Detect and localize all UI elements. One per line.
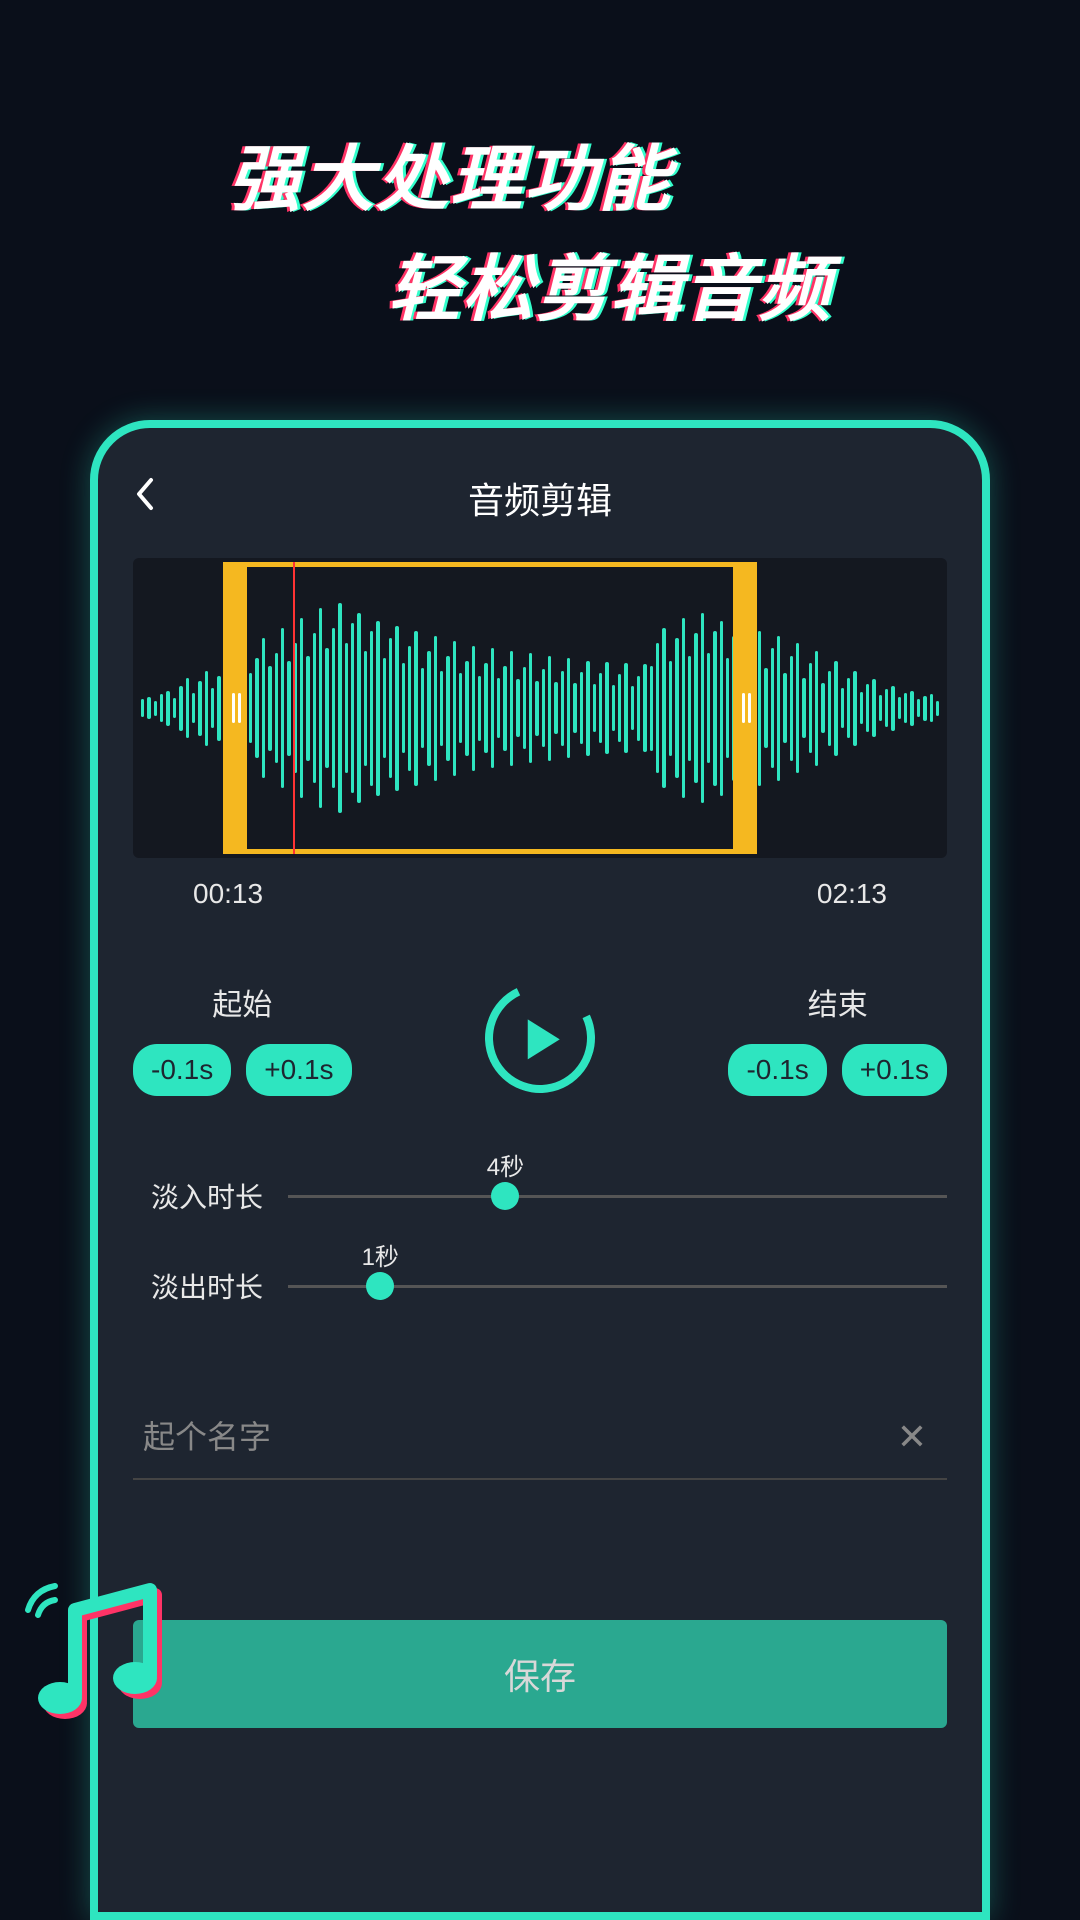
fadein-section: 淡入时长 4秒 <box>133 1176 947 1216</box>
start-plus-button[interactable]: +0.1s <box>246 1044 351 1096</box>
page-title: 音频剪辑 <box>468 472 612 524</box>
promo-headline: 强大处理功能 轻松剪辑音频 <box>0 120 1080 335</box>
start-control-group: 起始 -0.1s +0.1s <box>133 980 352 1096</box>
end-label: 结束 <box>808 980 868 1024</box>
play-button[interactable] <box>470 968 611 1109</box>
play-icon <box>528 1019 560 1059</box>
music-note-icon <box>20 1560 200 1740</box>
promo-line-1: 强大处理功能 <box>0 120 1080 225</box>
fadein-slider[interactable]: 4秒 <box>288 1195 947 1198</box>
controls-row: 起始 -0.1s +0.1s 结束 -0.1s +0.1s <box>133 980 947 1096</box>
name-input-row: ✕ <box>133 1396 947 1480</box>
start-minus-button[interactable]: -0.1s <box>133 1044 231 1096</box>
fadein-value: 4秒 <box>487 1147 524 1182</box>
back-button[interactable] <box>133 476 155 521</box>
end-minus-button[interactable]: -0.1s <box>728 1044 826 1096</box>
time-labels: 00:13 02:13 <box>133 878 947 910</box>
waveform-container[interactable] <box>133 558 947 858</box>
end-time: 02:13 <box>817 878 887 910</box>
trim-border-bottom <box>223 849 757 854</box>
end-plus-button[interactable]: +0.1s <box>842 1044 947 1096</box>
waveform <box>133 558 947 858</box>
save-button[interactable]: 保存 <box>133 1620 947 1728</box>
fadein-thumb[interactable]: 4秒 <box>491 1182 519 1210</box>
trim-handle-end[interactable] <box>733 562 757 854</box>
chevron-left-icon <box>133 476 155 512</box>
fadeout-slider[interactable]: 1秒 <box>288 1285 947 1288</box>
start-label: 起始 <box>212 980 272 1024</box>
fadeout-value: 1秒 <box>362 1237 399 1272</box>
fadeout-section: 淡出时长 1秒 <box>133 1266 947 1306</box>
playhead[interactable] <box>293 562 295 854</box>
start-time: 00:13 <box>193 878 263 910</box>
app-header: 音频剪辑 <box>133 468 947 528</box>
name-input[interactable] <box>143 1419 887 1456</box>
fadeout-thumb[interactable]: 1秒 <box>366 1272 394 1300</box>
fadeout-label: 淡出时长 <box>133 1266 263 1306</box>
end-control-group: 结束 -0.1s +0.1s <box>728 980 947 1096</box>
trim-handle-start[interactable] <box>223 562 247 854</box>
clear-button[interactable]: ✕ <box>887 1416 937 1458</box>
fadein-label: 淡入时长 <box>133 1176 263 1216</box>
phone-frame: 音频剪辑 00:13 02:13 起始 -0.1s +0.1s <box>90 420 990 1920</box>
trim-border-top <box>223 562 757 567</box>
promo-line-2: 轻松剪辑音频 <box>140 230 1080 335</box>
